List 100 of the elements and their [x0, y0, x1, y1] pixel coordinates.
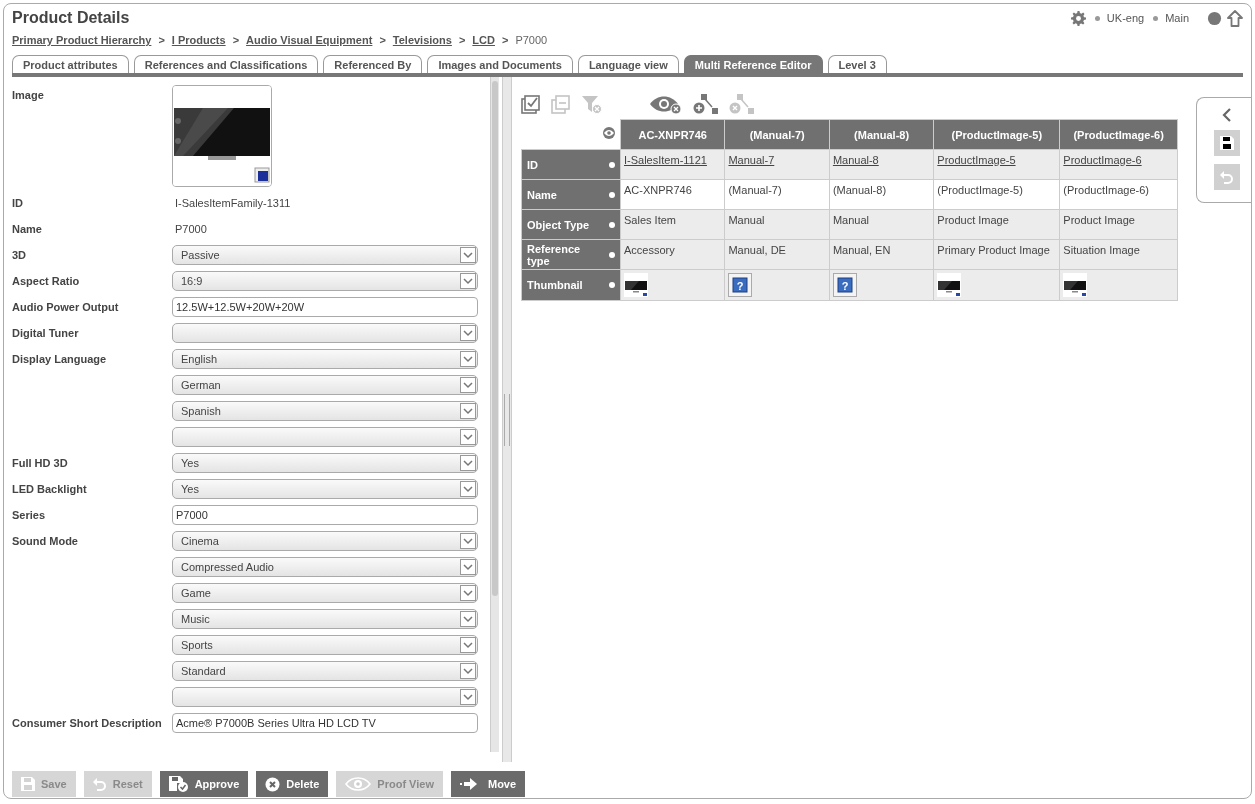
tab[interactable]: Product attributes — [12, 55, 129, 73]
dropdown[interactable] — [172, 687, 478, 707]
column-header[interactable]: (Manual-8) — [829, 119, 934, 150]
dropdown[interactable] — [172, 427, 478, 447]
approve-icon — [168, 776, 189, 792]
page-title: Product Details — [12, 9, 130, 27]
caret-icon — [460, 273, 476, 289]
cell-link[interactable]: Manual-7 — [728, 154, 775, 166]
field-label: Series — [12, 508, 47, 523]
column-header[interactable]: (ProductImage-5) — [933, 119, 1060, 150]
tab[interactable]: Level 3 — [827, 55, 887, 73]
settings-icon[interactable] — [1070, 10, 1086, 26]
dropdown[interactable]: Music — [172, 609, 478, 629]
missing-image-icon: ? — [728, 273, 753, 297]
table-cell: AC-XNPR746 — [620, 179, 725, 210]
undo-icon — [92, 777, 107, 791]
dropdown[interactable]: Game — [172, 583, 478, 603]
field-label: ID — [12, 196, 24, 211]
workspace-label[interactable]: Main — [1165, 12, 1189, 24]
cell-link[interactable]: Manual-8 — [832, 154, 879, 166]
caret-icon — [460, 689, 476, 705]
table-cell: (ProductImage-6) — [1059, 179, 1178, 210]
row-header-label: Reference type — [527, 242, 582, 267]
breadcrumb-link[interactable]: LCD — [472, 34, 495, 46]
text-field[interactable]: Acme® P7000B Series Ultra HD LCD TV — [172, 713, 478, 733]
table-cell: Sales Item — [620, 209, 725, 240]
table-cell: Manual — [724, 209, 830, 240]
action-button[interactable]: Approve — [159, 771, 249, 797]
row-header-label: Object Type — [527, 218, 590, 231]
dropdown[interactable]: Sports — [172, 635, 478, 655]
field-label: Image — [12, 88, 45, 103]
field-label: Sound Mode — [12, 534, 79, 549]
breadcrumb-link[interactable]: Audio Visual Equipment — [246, 34, 373, 46]
column-header[interactable]: AC-XNPR746 — [620, 119, 725, 150]
cell-link[interactable]: I-SalesItem-1121 — [624, 154, 707, 166]
caret-icon — [460, 637, 476, 653]
breadcrumb-link[interactable]: I Products — [171, 34, 226, 46]
eye-icon — [345, 777, 372, 791]
cell-link[interactable]: ProductImage-5 — [937, 154, 1016, 166]
caret-icon — [460, 533, 476, 549]
save-icon — [21, 777, 35, 791]
save-icon — [1220, 136, 1234, 150]
dropdown[interactable]: German — [172, 375, 478, 395]
chevron-left-icon[interactable] — [1222, 108, 1232, 122]
text-field[interactable]: P7000 — [172, 505, 478, 525]
row-header-label: Name — [527, 188, 557, 201]
dropdown[interactable]: English — [172, 349, 478, 369]
action-button[interactable]: Move — [451, 771, 526, 797]
locale-label[interactable]: UK-eng — [1106, 12, 1145, 24]
tab[interactable]: Language view — [577, 55, 679, 73]
bullet-icon — [609, 221, 615, 228]
table-cell: Manual, EN — [829, 239, 934, 270]
eye-icon[interactable] — [602, 127, 616, 140]
caret-icon — [460, 377, 476, 393]
field-label: LED Backlight — [12, 482, 88, 497]
dropdown[interactable]: Compressed Audio — [172, 557, 478, 577]
column-header[interactable]: (ProductImage-6) — [1059, 119, 1178, 150]
action-button[interactable]: Delete — [256, 771, 329, 797]
column-header[interactable]: (Manual-7) — [724, 119, 830, 150]
table-cell: (Manual-8) — [829, 179, 934, 210]
field-label: Audio Power Output — [12, 300, 120, 315]
caret-icon — [460, 403, 476, 419]
dropdown[interactable] — [172, 323, 478, 343]
breadcrumb-separator: > — [379, 34, 386, 46]
tab[interactable]: Referenced By — [323, 55, 423, 73]
checklist-icon[interactable] — [521, 95, 541, 115]
dropdown[interactable]: Spanish — [172, 401, 478, 421]
text-field[interactable]: 12.5W+12.5W+20W+20W — [172, 297, 478, 317]
dropdown[interactable]: Yes — [172, 479, 478, 499]
table-cell: Product Image — [1059, 209, 1178, 240]
splitter-handle[interactable] — [502, 77, 512, 762]
dropdown[interactable]: Cinema — [172, 531, 478, 551]
breadcrumb-link[interactable]: Televisions — [392, 34, 452, 46]
table-cell: Manual — [829, 209, 934, 240]
breadcrumb-separator: > — [501, 34, 509, 46]
hide-icon[interactable] — [649, 95, 683, 115]
tab[interactable]: References and Classifications — [133, 55, 319, 73]
cell-link[interactable]: ProductImage-6 — [1063, 154, 1142, 166]
bullet-icon — [609, 161, 615, 168]
add-node-icon[interactable] — [693, 93, 719, 115]
field-label: Digital Tuner — [12, 326, 80, 341]
tab[interactable]: Multi Reference Editor — [683, 55, 823, 73]
missing-image-icon: ? — [832, 273, 857, 297]
row-header-label: ID — [527, 158, 538, 171]
dropdown[interactable]: Standard — [172, 661, 478, 681]
delete-icon — [265, 776, 281, 792]
caret-icon — [460, 611, 476, 627]
field-label: Name — [12, 222, 43, 237]
home-icon[interactable] — [1227, 9, 1243, 27]
field-label: Consumer Short Description — [12, 716, 163, 731]
dropdown[interactable]: Yes — [172, 453, 478, 473]
bullet-icon — [609, 282, 615, 288]
scrollbar[interactable] — [490, 77, 499, 752]
field-label: Full HD 3D — [12, 456, 69, 471]
table-cell: Situation Image — [1059, 239, 1178, 270]
dropdown[interactable]: Passive — [172, 245, 478, 265]
caret-icon — [460, 663, 476, 679]
tab[interactable]: Images and Documents — [427, 55, 573, 73]
breadcrumb-link[interactable]: Primary Product Hierarchy — [12, 34, 152, 46]
dropdown[interactable]: 16:9 — [172, 271, 478, 291]
